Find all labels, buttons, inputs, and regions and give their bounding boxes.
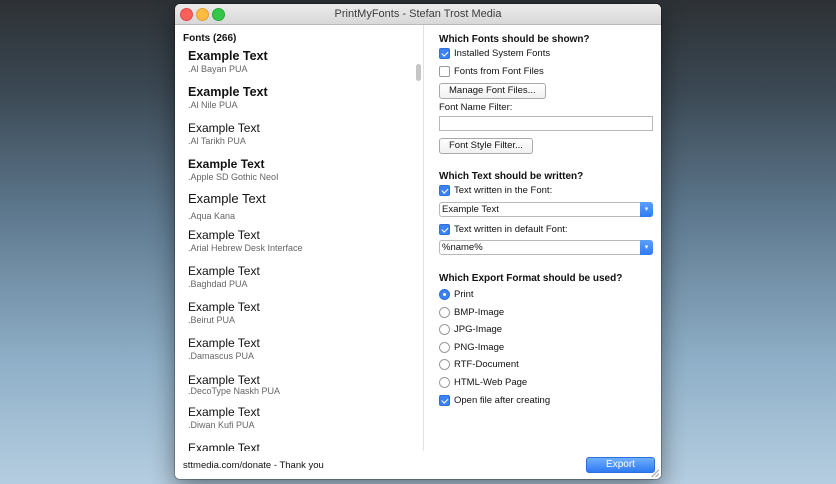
font-list-item[interactable]: Example Text .DecoType Naskh PUA (188, 370, 410, 403)
font-name: .Al Nile PUA (188, 100, 238, 110)
text-in-font-value: Example Text (442, 204, 499, 215)
font-name: .Aqua Kana (188, 211, 236, 221)
font-example-text: Example Text (188, 121, 260, 135)
text-default-font-option[interactable]: Text written in default Font: (439, 224, 568, 235)
font-list-item[interactable]: Example Text .Beirut PUA (188, 298, 410, 334)
text-default-font-select[interactable]: %name% ▾ (439, 240, 653, 255)
font-name: .Al Tarikh PUA (188, 136, 246, 146)
font-example-text: Example Text (188, 49, 268, 63)
font-list-item[interactable]: Example Text .Arial Hebrew Desk Interfac… (188, 226, 410, 262)
export-rtf-radio[interactable] (439, 359, 450, 370)
font-name: .Diwan Kufi PUA (188, 420, 255, 430)
footer-bar: sttmedia.com/donate - Thank you Export (175, 451, 661, 479)
font-name-filter-label: Font Name Filter: (439, 102, 513, 113)
font-example-text: Example Text (188, 228, 260, 242)
export-option-html[interactable]: HTML-Web Page (439, 377, 527, 388)
font-list-item[interactable]: Example Text .Aqua Kana (188, 191, 410, 226)
text-in-font-option[interactable]: Text written in the Font: (439, 185, 552, 196)
fonts-shown-title: Which Fonts should be shown? (439, 34, 590, 45)
font-example-text: Example Text (188, 300, 260, 314)
font-list-item[interactable]: Example Text (188, 439, 410, 451)
export-bmp-radio[interactable] (439, 307, 450, 318)
font-list-item[interactable]: Example Text .Al Tarikh PUA (188, 119, 410, 155)
export-option-png[interactable]: PNG-Image (439, 342, 504, 353)
font-example-text: Example Text (188, 157, 265, 171)
font-list-item[interactable]: Example Text .Al Bayan PUA (188, 47, 410, 83)
installed-fonts-option[interactable]: Installed System Fonts (439, 48, 550, 59)
donate-text: sttmedia.com/donate - Thank you (183, 460, 324, 471)
text-in-font-label: Text written in the Font: (454, 185, 553, 196)
font-list-item[interactable]: Example Text .Baghdad PUA (188, 262, 410, 298)
export-option-label: HTML-Web Page (454, 377, 528, 388)
font-name: .Baghdad PUA (188, 279, 248, 289)
font-example-text: Example Text (188, 373, 260, 387)
font-name: .Apple SD Gothic NeoI (188, 172, 279, 182)
font-list-item[interactable]: Example Text .Diwan Kufi PUA (188, 403, 410, 439)
font-files-checkbox[interactable] (439, 66, 450, 77)
export-option-rtf[interactable]: RTF-Document (439, 359, 519, 370)
export-option-jpg[interactable]: JPG-Image (439, 324, 502, 335)
minimize-window-button[interactable] (196, 8, 209, 21)
installed-fonts-checkbox[interactable] (439, 48, 450, 59)
font-list-scrollbar[interactable] (415, 49, 422, 449)
app-window: PrintMyFonts - Stefan Trost Media Fonts … (175, 4, 661, 479)
font-name: .Beirut PUA (188, 315, 236, 325)
export-jpg-radio[interactable] (439, 324, 450, 335)
export-option-label: RTF-Document (454, 359, 519, 370)
font-list-item[interactable]: Example Text .Al Nile PUA (188, 83, 410, 119)
font-example-text: Example Text (188, 264, 260, 278)
font-list-item[interactable]: Example Text .Apple SD Gothic NeoI (188, 155, 410, 191)
window-title: PrintMyFonts - Stefan Trost Media (334, 8, 502, 20)
text-default-font-label: Text written in default Font: (454, 224, 568, 235)
text-in-font-select[interactable]: Example Text ▾ (439, 202, 653, 217)
font-example-text: Example Text (188, 405, 260, 419)
font-example-text: Example Text (188, 336, 260, 350)
font-list-panel: Fonts (266) Example Text .Al Bayan PUA E… (175, 25, 424, 451)
font-files-label: Fonts from Font Files (454, 66, 544, 77)
scrollbar-thumb[interactable] (416, 64, 421, 81)
font-name: .Arial Hebrew Desk Interface (188, 243, 303, 253)
export-png-radio[interactable] (439, 342, 450, 353)
fonts-count-header: Fonts (266) (183, 33, 237, 44)
font-name: .Damascus PUA (188, 351, 255, 361)
export-option-print[interactable]: Print (439, 289, 474, 300)
text-default-font-value: %name% (442, 242, 483, 253)
export-format-title: Which Export Format should be used? (439, 273, 623, 284)
chevron-down-icon[interactable]: ▾ (640, 202, 653, 217)
text-default-font-checkbox[interactable] (439, 224, 450, 235)
export-print-radio[interactable] (439, 289, 450, 300)
font-name: .DecoType Naskh PUA (188, 386, 281, 396)
font-list[interactable]: Example Text .Al Bayan PUA Example Text … (188, 47, 410, 451)
font-example-text: Example Text (188, 191, 266, 206)
export-option-label: JPG-Image (454, 324, 503, 335)
font-style-filter-button[interactable]: Font Style Filter... (439, 138, 533, 154)
export-option-label: Print (454, 289, 474, 300)
options-panel: Which Fonts should be shown? Installed S… (425, 25, 661, 451)
chevron-down-icon[interactable]: ▾ (640, 240, 653, 255)
text-in-font-checkbox[interactable] (439, 185, 450, 196)
font-files-option[interactable]: Fonts from Font Files (439, 66, 544, 77)
export-option-label: PNG-Image (454, 342, 505, 353)
close-window-button[interactable] (180, 8, 193, 21)
export-option-bmp[interactable]: BMP-Image (439, 307, 504, 318)
font-name-filter-input[interactable] (439, 116, 653, 131)
font-list-item[interactable]: Example Text .Damascus PUA (188, 334, 410, 370)
open-after-creating-option[interactable]: Open file after creating (439, 395, 550, 406)
export-option-label: BMP-Image (454, 307, 505, 318)
export-button[interactable]: Export (586, 457, 655, 473)
manage-font-files-button[interactable]: Manage Font Files... (439, 83, 546, 99)
open-after-creating-label: Open file after creating (454, 395, 551, 406)
export-html-radio[interactable] (439, 377, 450, 388)
maximize-window-button[interactable] (212, 8, 225, 21)
font-name: .Al Bayan PUA (188, 64, 248, 74)
open-after-creating-checkbox[interactable] (439, 395, 450, 406)
title-bar[interactable]: PrintMyFonts - Stefan Trost Media (175, 4, 661, 25)
font-example-text: Example Text (188, 441, 260, 451)
installed-fonts-label: Installed System Fonts (454, 48, 551, 59)
resize-grip-icon[interactable] (651, 469, 659, 477)
font-example-text: Example Text (188, 85, 268, 99)
text-written-title: Which Text should be written? (439, 171, 584, 182)
